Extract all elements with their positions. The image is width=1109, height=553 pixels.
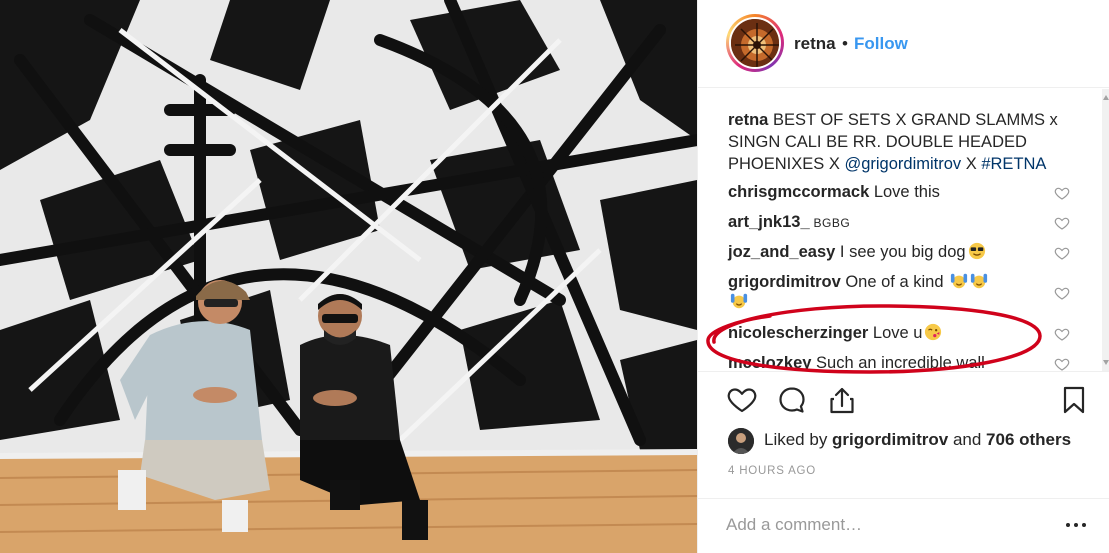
comment-item: grigordimitrov One of a kind <box>728 271 1068 293</box>
heart-icon[interactable] <box>726 384 758 416</box>
caption-mention[interactable]: @grigordimitrov <box>844 155 961 173</box>
sunglasses-emoji-icon <box>968 242 985 260</box>
raising-hands-emoji-icon <box>730 293 748 309</box>
likes-middle: and <box>948 430 987 449</box>
comment-like-heart-icon[interactable] <box>1054 215 1070 231</box>
scroll-up-arrow-icon[interactable] <box>1103 95 1109 100</box>
likes-user[interactable]: grigordimitrov <box>832 430 948 449</box>
likes-text: Liked by grigordimitrov and 706 others <box>764 430 1071 450</box>
comment-username[interactable]: grigordimitrov <box>728 273 841 291</box>
action-bar <box>698 371 1109 427</box>
comment-username[interactable]: mcclozkey <box>728 354 811 371</box>
add-comment-bar <box>698 498 1109 553</box>
comment-item: mcclozkey Such an incredible wall <box>728 352 1068 371</box>
comment-item: chrisgmccormack Love this <box>728 181 1068 203</box>
comment-item: nicolescherzinger Love u <box>728 322 1068 344</box>
comment-username[interactable]: joz_and_easy <box>728 243 835 261</box>
comment-like-heart-icon[interactable] <box>1054 185 1070 201</box>
comment-like-heart-icon[interactable] <box>1054 285 1070 301</box>
bookmark-icon[interactable] <box>1058 384 1090 416</box>
caption-hashtag[interactable]: #RETNA <box>981 155 1046 173</box>
share-icon[interactable] <box>826 384 858 416</box>
photo-graffiti-wall <box>0 0 697 553</box>
header-username[interactable]: retna <box>794 34 836 54</box>
likes-count[interactable]: 706 others <box>986 430 1071 449</box>
comment-text: Such an incredible wall <box>811 354 985 371</box>
caption: retna BEST OF SETS X GRAND SLAMMS x SING… <box>728 109 1073 175</box>
comment-like-heart-icon[interactable] <box>1054 245 1070 261</box>
caption-text-after: X <box>961 155 982 173</box>
comment-like-heart-icon[interactable] <box>1054 326 1070 342</box>
comment-text: I see you big dog <box>835 243 966 261</box>
kissing-face-emoji-icon <box>925 323 942 341</box>
comment-username[interactable]: chrisgmccormack <box>728 183 869 201</box>
follow-button[interactable]: Follow <box>854 34 908 54</box>
post-photo[interactable] <box>0 0 697 553</box>
comment-text: One of a kind <box>840 273 944 291</box>
comment-item: joz_and_easy I see you big dog <box>728 241 1068 263</box>
comment-text: Love u <box>868 324 923 342</box>
comment-icon[interactable] <box>776 384 808 416</box>
separator-dot: • <box>842 34 848 53</box>
caption-username[interactable]: retna <box>728 111 768 129</box>
more-options-icon[interactable] <box>1064 515 1088 535</box>
post-header: retna • Follow <box>698 0 1109 88</box>
comments-scrollbar[interactable] <box>1102 89 1109 371</box>
comment-like-heart-icon[interactable] <box>1054 356 1070 371</box>
comments-list[interactable]: retna BEST OF SETS X GRAND SLAMMS x SING… <box>698 89 1104 371</box>
avatar[interactable] <box>729 17 781 69</box>
scroll-down-arrow-icon[interactable] <box>1103 360 1109 365</box>
raising-hands-emoji-icon <box>950 273 967 289</box>
story-ring[interactable] <box>726 14 784 72</box>
comment-text: BGBG <box>809 216 851 230</box>
liker-avatar[interactable] <box>728 428 754 454</box>
comment-text: Love this <box>869 183 940 201</box>
post-timestamp[interactable]: 4 HOURS AGO <box>728 465 816 477</box>
likes-prefix: Liked by <box>764 430 833 449</box>
raising-hands-emoji-icon <box>970 273 987 289</box>
post-side-panel: retna • Follow retna BEST OF SETS X GRAN… <box>697 0 1109 553</box>
comment-item: art_jnk13_ BGBG <box>728 211 1068 234</box>
comment-username[interactable]: art_jnk13_ <box>728 213 810 231</box>
comment-username[interactable]: nicolescherzinger <box>728 324 868 342</box>
add-comment-input[interactable] <box>726 513 1046 537</box>
